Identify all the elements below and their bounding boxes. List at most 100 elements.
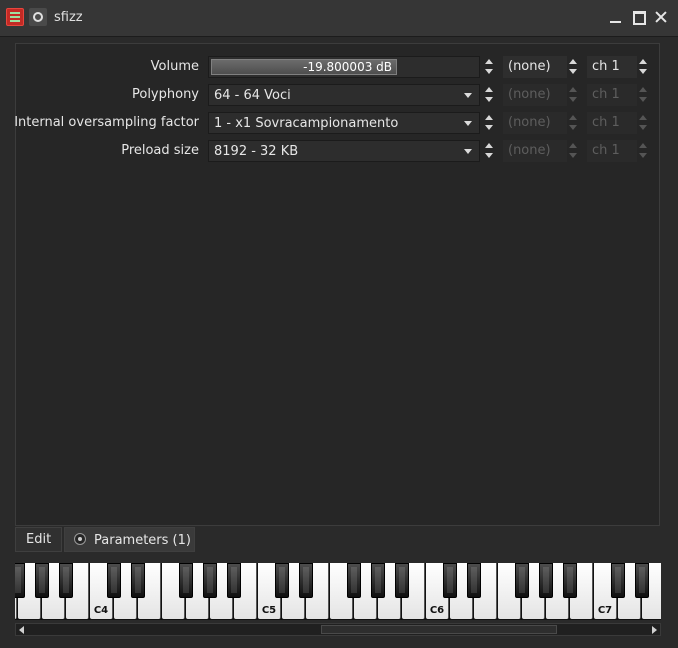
title-bar: sfizz bbox=[0, 0, 678, 37]
combo-value: 8192 - 32 KB bbox=[214, 144, 299, 159]
polyphony-combobox[interactable]: 64 - 64 Voci bbox=[208, 84, 480, 106]
cc-selector: (none) bbox=[503, 112, 567, 134]
spin-down-icon bbox=[569, 125, 577, 130]
cc-selector[interactable]: (none) bbox=[503, 56, 567, 78]
channel-selector: ch 1 bbox=[587, 84, 637, 106]
scroll-left-icon[interactable] bbox=[19, 626, 24, 634]
spin-down-icon bbox=[639, 153, 647, 158]
scrollbar-thumb[interactable] bbox=[321, 625, 557, 634]
piano-black-key[interactable] bbox=[203, 563, 217, 598]
maximize-icon[interactable] bbox=[631, 9, 647, 25]
volume-spinner[interactable] bbox=[483, 56, 495, 78]
sfizz-app-icon[interactable] bbox=[6, 8, 24, 26]
channel-spinner bbox=[637, 112, 649, 134]
piano-keyboard[interactable]: C4 C5 C6 C7 bbox=[15, 563, 661, 620]
channel-value: ch 1 bbox=[592, 59, 620, 74]
cc-spinner[interactable] bbox=[567, 56, 579, 78]
spin-down-icon bbox=[639, 69, 647, 74]
window-title: sfizz bbox=[54, 10, 83, 25]
chevron-down-icon bbox=[464, 149, 472, 154]
tab-label: Edit bbox=[26, 532, 52, 547]
cc-value: (none) bbox=[508, 59, 551, 74]
spin-up-icon bbox=[639, 115, 647, 120]
parameter-label: Volume bbox=[150, 59, 199, 74]
preload-spinner[interactable] bbox=[483, 140, 495, 162]
cc-value: (none) bbox=[508, 115, 551, 130]
channel-value: ch 1 bbox=[592, 87, 620, 102]
minimize-icon[interactable] bbox=[608, 9, 624, 25]
channel-spinner[interactable] bbox=[637, 56, 649, 78]
piano-black-key[interactable] bbox=[227, 563, 241, 598]
spin-up-icon bbox=[639, 59, 647, 64]
piano-black-key[interactable] bbox=[611, 563, 625, 598]
oversampling-combobox[interactable]: 1 - x1 Sovracampionamento bbox=[208, 112, 480, 134]
piano-black-key[interactable] bbox=[107, 563, 121, 598]
spin-down-icon bbox=[485, 153, 493, 158]
piano-black-key[interactable] bbox=[179, 563, 193, 598]
parameter-row-preload: Preload size 8192 - 32 KB (none) ch 1 bbox=[16, 140, 659, 162]
piano-black-key[interactable] bbox=[539, 563, 553, 598]
preload-combobox[interactable]: 8192 - 32 KB bbox=[208, 140, 480, 162]
piano-black-key[interactable] bbox=[395, 563, 409, 598]
combo-value: 1 - x1 Sovracampionamento bbox=[214, 116, 399, 131]
parameter-row-volume: Volume -19.800003 dB (none) ch 1 bbox=[16, 56, 659, 78]
scroll-right-icon[interactable] bbox=[652, 626, 657, 634]
spin-down-icon bbox=[485, 69, 493, 74]
channel-value: ch 1 bbox=[592, 115, 620, 130]
volume-slider[interactable]: -19.800003 dB bbox=[208, 56, 480, 78]
channel-selector[interactable]: ch 1 bbox=[587, 56, 637, 78]
volume-value: -19.800003 dB bbox=[303, 60, 392, 74]
spin-down-icon bbox=[485, 97, 493, 102]
volume-bar: -19.800003 dB bbox=[211, 59, 397, 75]
channel-spinner bbox=[637, 84, 649, 106]
cc-spinner bbox=[567, 112, 579, 134]
spin-up-icon bbox=[569, 115, 577, 120]
parameter-row-oversampling: Internal oversampling factor 1 - x1 Sovr… bbox=[14, 112, 659, 134]
piano-black-key[interactable] bbox=[347, 563, 361, 598]
channel-spinner bbox=[637, 140, 649, 162]
spin-up-icon bbox=[639, 143, 647, 148]
parameter-label: Preload size bbox=[121, 143, 199, 158]
spin-down-icon bbox=[639, 125, 647, 130]
piano-black-key[interactable] bbox=[275, 563, 289, 598]
cc-selector: (none) bbox=[503, 140, 567, 162]
piano-black-key[interactable] bbox=[563, 563, 577, 598]
close-icon[interactable] bbox=[653, 9, 669, 25]
chevron-down-icon bbox=[464, 93, 472, 98]
cc-spinner bbox=[567, 140, 579, 162]
tab-parameters[interactable]: Parameters (1) bbox=[64, 527, 195, 552]
spin-up-icon bbox=[569, 59, 577, 64]
piano-black-key[interactable] bbox=[467, 563, 481, 598]
piano-black-key[interactable] bbox=[35, 563, 49, 598]
parameters-panel: Volume -19.800003 dB (none) ch 1 Polypho… bbox=[14, 43, 660, 526]
oversampling-spinner[interactable] bbox=[483, 112, 495, 134]
spin-down-icon bbox=[639, 97, 647, 102]
piano-black-key[interactable] bbox=[371, 563, 385, 598]
piano-black-key[interactable] bbox=[131, 563, 145, 598]
piano-black-key[interactable] bbox=[443, 563, 457, 598]
spin-up-icon bbox=[485, 59, 493, 64]
piano-black-key[interactable] bbox=[515, 563, 529, 598]
pin-icon[interactable] bbox=[29, 8, 47, 26]
polyphony-spinner[interactable] bbox=[483, 84, 495, 106]
spin-down-icon bbox=[485, 125, 493, 130]
cc-selector: (none) bbox=[503, 84, 567, 106]
combo-value: 64 - 64 Voci bbox=[214, 88, 291, 103]
channel-selector: ch 1 bbox=[587, 140, 637, 162]
chevron-down-icon bbox=[464, 121, 472, 126]
piano-black-key[interactable] bbox=[59, 563, 73, 598]
spin-up-icon bbox=[569, 87, 577, 92]
radio-icon bbox=[74, 533, 86, 545]
channel-value: ch 1 bbox=[592, 143, 620, 158]
spin-up-icon bbox=[485, 143, 493, 148]
tab-label: Parameters (1) bbox=[94, 533, 191, 548]
piano-black-key[interactable] bbox=[15, 563, 25, 598]
cc-spinner bbox=[567, 84, 579, 106]
horizontal-scrollbar[interactable] bbox=[15, 623, 661, 636]
piano-black-key[interactable] bbox=[299, 563, 313, 598]
parameter-row-polyphony: Polyphony 64 - 64 Voci (none) ch 1 bbox=[16, 84, 659, 106]
tab-edit[interactable]: Edit bbox=[15, 527, 62, 552]
octave-label: C6 bbox=[429, 605, 445, 616]
piano-black-key[interactable] bbox=[635, 563, 649, 598]
spin-up-icon bbox=[485, 115, 493, 120]
